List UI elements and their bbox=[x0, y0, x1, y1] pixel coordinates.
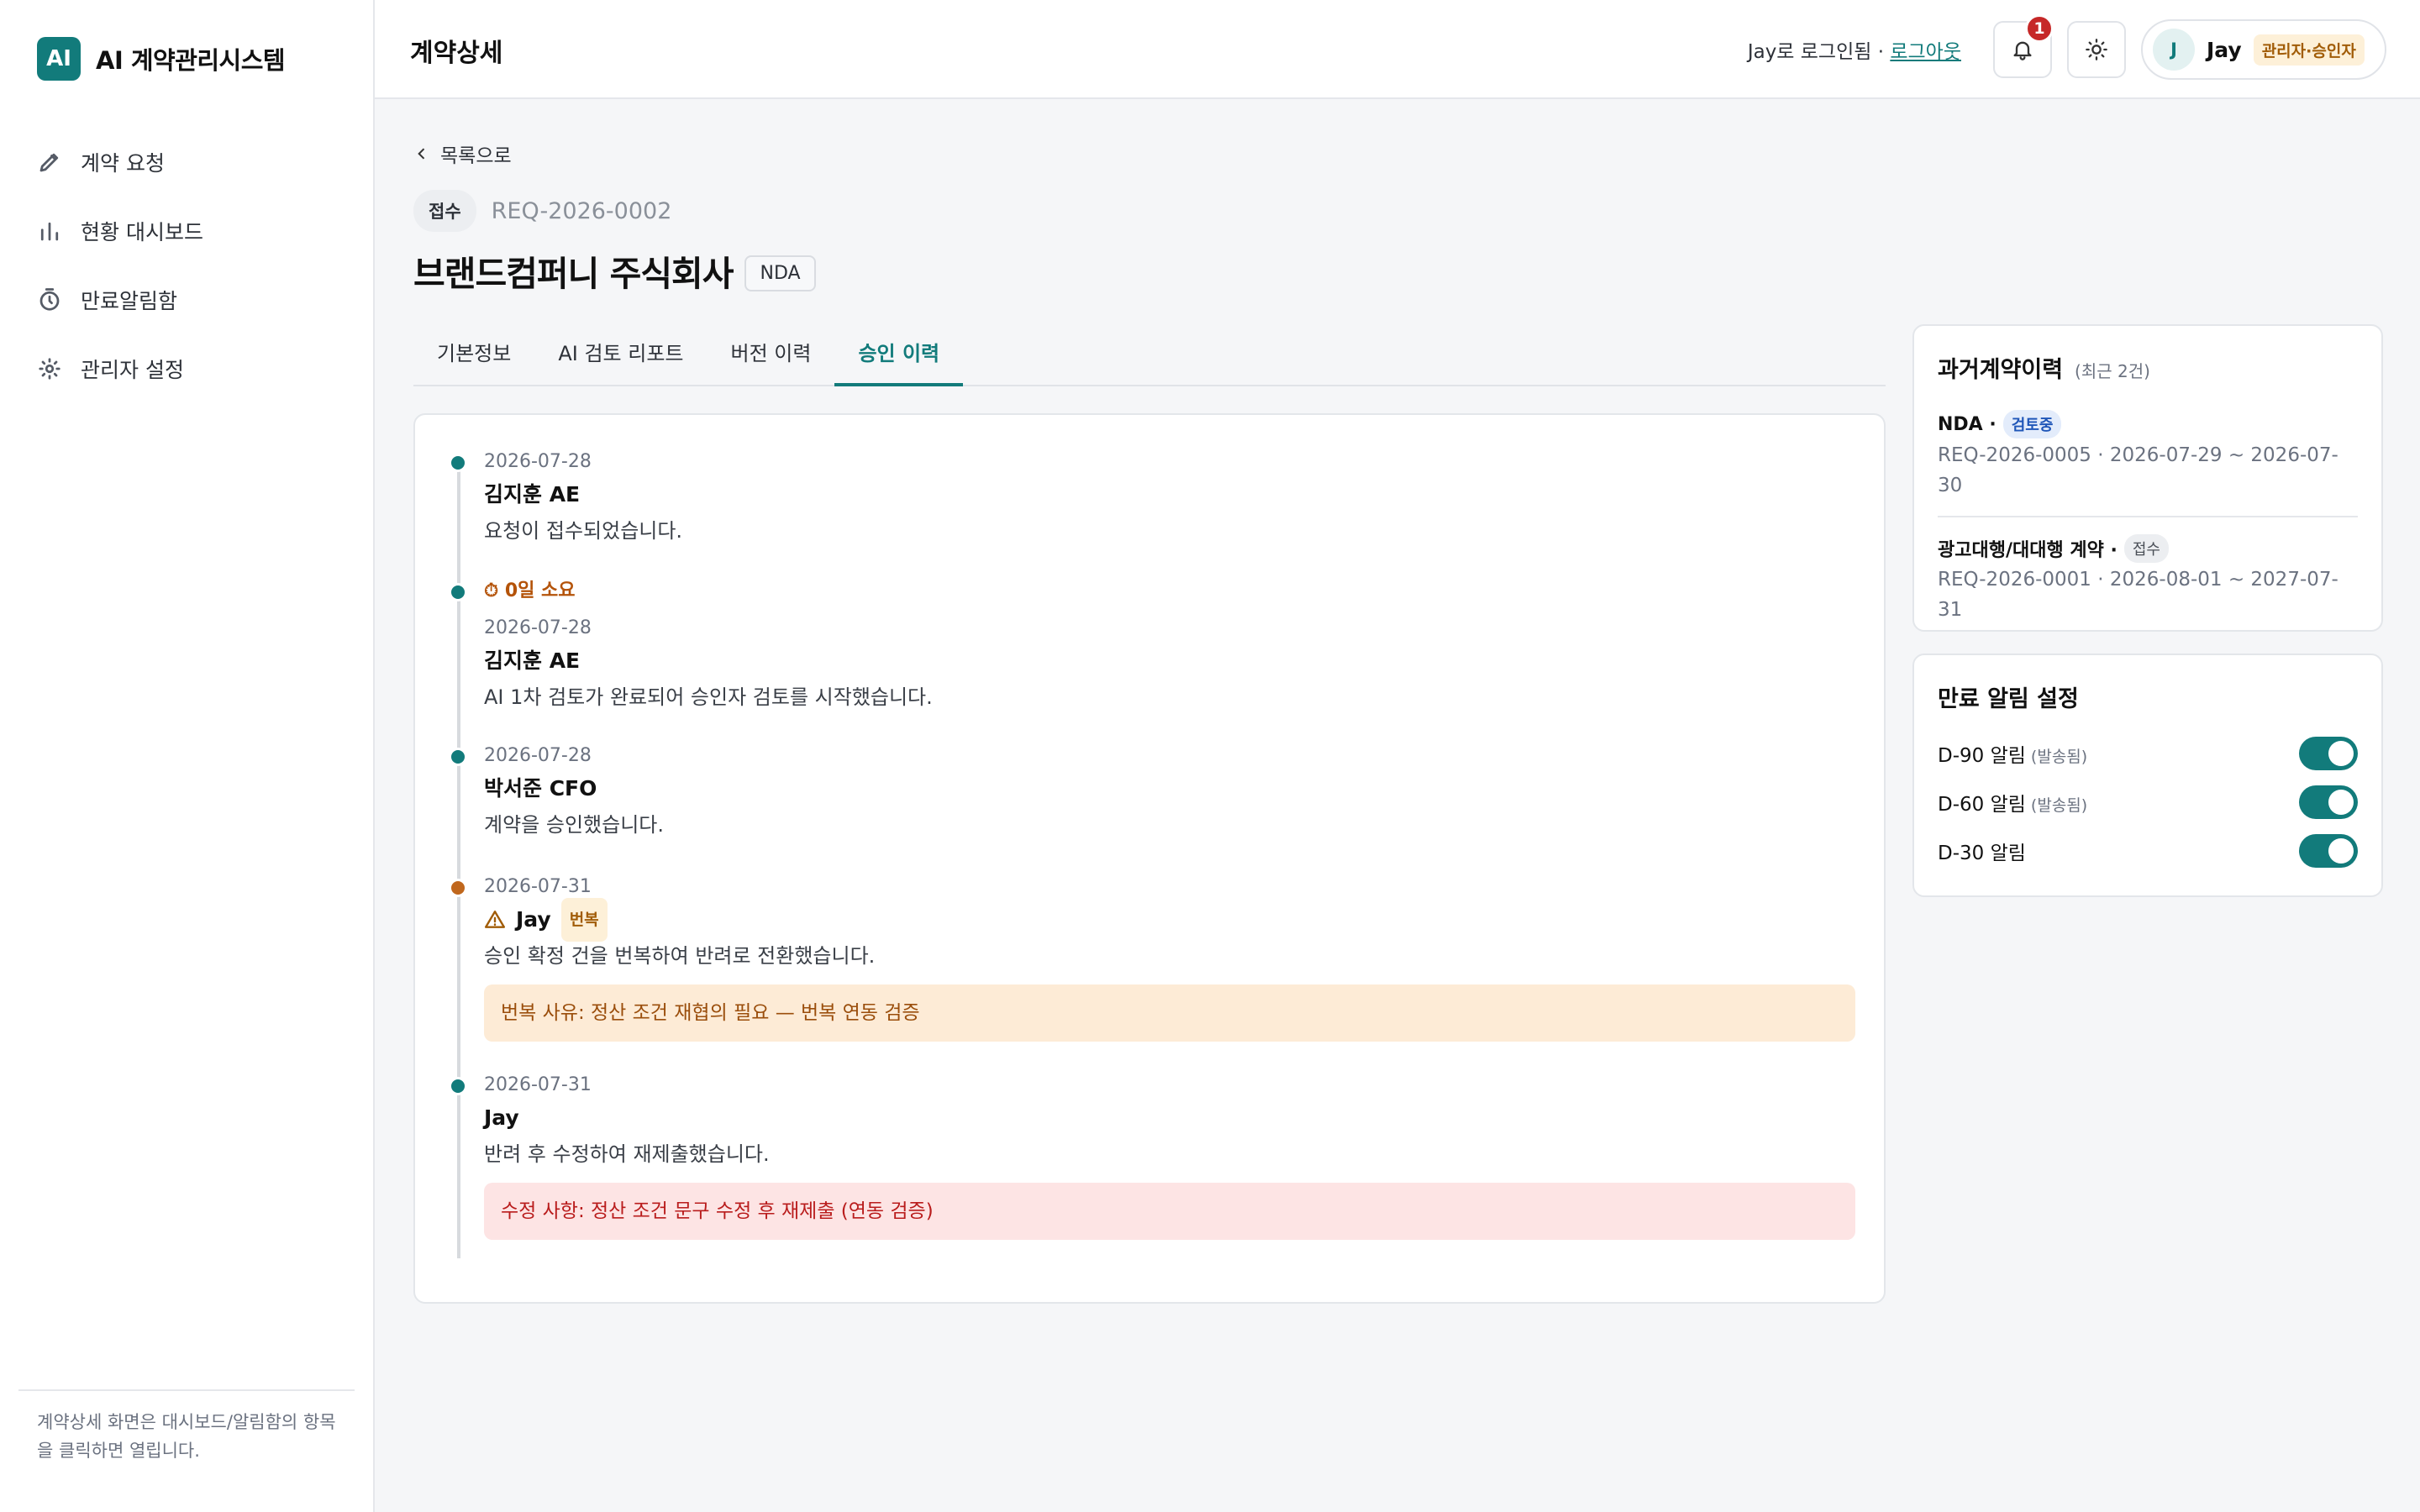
timeline-actor: 박서준 CFO bbox=[484, 776, 597, 801]
timeline-dot bbox=[449, 1077, 467, 1095]
timeline-message: 승인 확정 건을 번복하여 반려로 전환했습니다. bbox=[484, 944, 876, 968]
bar-chart-icon bbox=[40, 222, 59, 241]
d60-alert-toggle[interactable] bbox=[2299, 785, 2358, 819]
past-contract-item[interactable]: 광고대행/대대행 계약 · 접수 REQ-2026-0001 · 2026-08… bbox=[1938, 516, 2358, 640]
theme-toggle-button[interactable] bbox=[2067, 21, 2126, 78]
timeline-message: 요청이 접수되었습니다. bbox=[484, 519, 683, 543]
timeline-date: 2026-07-28 bbox=[484, 617, 592, 638]
timeline-dot-warning bbox=[449, 879, 467, 897]
reversal-badge: 번복 bbox=[560, 898, 608, 942]
timeline-actor: 김지훈 AE bbox=[484, 482, 581, 507]
sidebar: AI AI 계약관리시스템 계약 요청 현황 대시보드 만료알림함 관리자 설정… bbox=[0, 0, 375, 1512]
d30-alert-toggle[interactable] bbox=[2299, 834, 2358, 868]
detail-tabs: 기본정보 AI 검토 리포트 버전 이력 승인 이력 bbox=[413, 329, 1886, 386]
tab-ai-review-report[interactable]: AI 검토 리포트 bbox=[534, 329, 707, 386]
warning-icon bbox=[484, 911, 506, 928]
timeline-message: 반려 후 수정하여 재제출했습니다. bbox=[484, 1142, 770, 1166]
sidebar-footer-hint: 계약상세 화면은 대시보드/알림함의 항목을 클릭하면 열립니다. bbox=[18, 1389, 355, 1465]
alert-row-d90: D-90 알림 (발송됨) bbox=[1938, 729, 2358, 778]
past-contracts-panel: 과거계약이력 (최근 2건) NDA · 검토중 REQ-2026-0005 ·… bbox=[1912, 324, 2383, 632]
notification-count-badge: 1 bbox=[2025, 14, 2054, 43]
alert-row-d30: D-30 알림 bbox=[1938, 827, 2358, 875]
past-contract-detail: REQ-2026-0001 · 2026-08-01 ~ 2027-07-31 bbox=[1938, 569, 2338, 621]
panel-header: 과거계약이력 (최근 2건) bbox=[1938, 351, 2358, 385]
sidebar-item-label: 현황 대시보드 bbox=[81, 220, 203, 244]
status-row: 접수 REQ-2026-0002 bbox=[413, 190, 671, 232]
reversal-reason-note: 번복 사유: 정산 조건 재협의 필요 — 번복 연동 검증 bbox=[484, 984, 1855, 1042]
timeline-dot bbox=[449, 583, 467, 601]
timeline-date: 2026-07-31 bbox=[484, 1074, 592, 1095]
sidebar-item-dashboard[interactable]: 현황 대시보드 bbox=[37, 197, 356, 265]
role-badge: 관리자·승인자 bbox=[2253, 34, 2365, 66]
d90-alert-toggle[interactable] bbox=[2299, 737, 2358, 770]
bell-icon bbox=[2013, 41, 2032, 60]
brand[interactable]: AI AI 계약관리시스템 bbox=[37, 37, 286, 81]
back-label: 목록으로 bbox=[440, 145, 512, 167]
panel-subtitle: (최근 2건) bbox=[2075, 361, 2150, 381]
timer-icon bbox=[39, 288, 60, 311]
expiry-alert-settings-panel: 만료 알림 설정 D-90 알림 (발송됨) D-60 알림 (발송됨) D-30 … bbox=[1912, 654, 2383, 897]
page-title: 계약상세 bbox=[410, 39, 503, 68]
timeline-line bbox=[457, 462, 460, 1258]
contract-type-tag: NDA bbox=[744, 255, 816, 291]
chevron-left-icon bbox=[418, 148, 425, 160]
panel-title: 과거계약이력 bbox=[1938, 357, 2064, 383]
sidebar-nav: 계약 요청 현황 대시보드 만료알림함 관리자 설정 bbox=[37, 128, 356, 403]
sidebar-item-contract-request[interactable]: 계약 요청 bbox=[37, 128, 356, 197]
tab-basic-info[interactable]: 기본정보 bbox=[413, 329, 534, 386]
sidebar-item-label: 만료알림함 bbox=[81, 289, 178, 313]
login-info: Jay로 로그인됨 · 로그아웃 bbox=[1748, 35, 1961, 64]
title-row: 브랜드컴퍼니 주식회사 NDA bbox=[413, 245, 816, 296]
user-name: Jay bbox=[2207, 37, 2242, 62]
approval-timeline: 2026-07-28 김지훈 AE 요청이 접수되었습니다. ⏱ 0일 소요 2… bbox=[413, 413, 1886, 1304]
user-menu[interactable]: J Jay 관리자·승인자 bbox=[2141, 19, 2386, 80]
status-badge: 검토중 bbox=[2002, 410, 2062, 438]
sidebar-item-expiry-inbox[interactable]: 만료알림함 bbox=[37, 265, 356, 334]
status-badge: 접수 bbox=[413, 190, 476, 232]
sun-gear-icon bbox=[39, 358, 60, 380]
timeline-actor: 김지훈 AE bbox=[484, 648, 581, 673]
sun-icon bbox=[2086, 39, 2107, 60]
brand-name: AI 계약관리시스템 bbox=[96, 46, 286, 75]
topbar: 계약상세 Jay로 로그인됨 · 로그아웃 1 J Jay 관리자·승인자 bbox=[375, 0, 2420, 99]
contract-title: 브랜드컴퍼니 주식회사 bbox=[413, 254, 734, 294]
notification-button[interactable]: 1 bbox=[1993, 14, 2054, 78]
timeline-actor: Jay 번복 bbox=[484, 898, 1855, 942]
timeline-message: 계약을 승인했습니다. bbox=[484, 813, 664, 837]
past-contract-item[interactable]: NDA · 검토중 REQ-2026-0005 · 2026-07-29 ~ 2… bbox=[1938, 393, 2358, 516]
tab-approval-history[interactable]: 승인 이력 bbox=[834, 329, 964, 386]
revision-note: 수정 사항: 정산 조건 문구 수정 후 재제출 (연동 검증) bbox=[484, 1183, 1855, 1240]
timeline-message: AI 1차 검토가 완료되어 승인자 검토를 시작했습니다. bbox=[484, 685, 933, 709]
sidebar-item-admin-settings[interactable]: 관리자 설정 bbox=[37, 334, 356, 403]
panel-title: 만료 알림 설정 bbox=[1938, 686, 2079, 712]
timeline-date: 2026-07-28 bbox=[484, 451, 592, 472]
request-id: REQ-2026-0002 bbox=[491, 197, 672, 224]
login-status-text: Jay로 로그인됨 · bbox=[1747, 41, 1891, 63]
timeline-duration: ⏱ 0일 소요 bbox=[484, 580, 576, 601]
sidebar-item-label: 계약 요청 bbox=[81, 151, 165, 176]
brand-logo: AI bbox=[37, 37, 81, 81]
timeline-date: 2026-07-28 bbox=[484, 745, 592, 766]
timeline-dot bbox=[449, 748, 467, 766]
sidebar-item-label: 관리자 설정 bbox=[81, 358, 184, 382]
timeline-actor: Jay bbox=[484, 1105, 519, 1130]
logout-link[interactable]: 로그아웃 bbox=[1890, 41, 1961, 63]
alert-row-d60: D-60 알림 (발송됨) bbox=[1938, 778, 2358, 827]
timeline-date: 2026-07-31 bbox=[484, 876, 592, 897]
back-to-list-link[interactable]: 목록으로 bbox=[413, 139, 512, 168]
status-badge: 접수 bbox=[2123, 534, 2169, 563]
avatar: J bbox=[2153, 29, 2195, 71]
tab-version-history[interactable]: 버전 이력 bbox=[707, 329, 834, 386]
past-contract-detail: REQ-2026-0005 · 2026-07-29 ~ 2026-07-30 bbox=[1938, 444, 2338, 496]
timeline-dot bbox=[449, 454, 467, 472]
pencil-icon bbox=[39, 153, 59, 172]
